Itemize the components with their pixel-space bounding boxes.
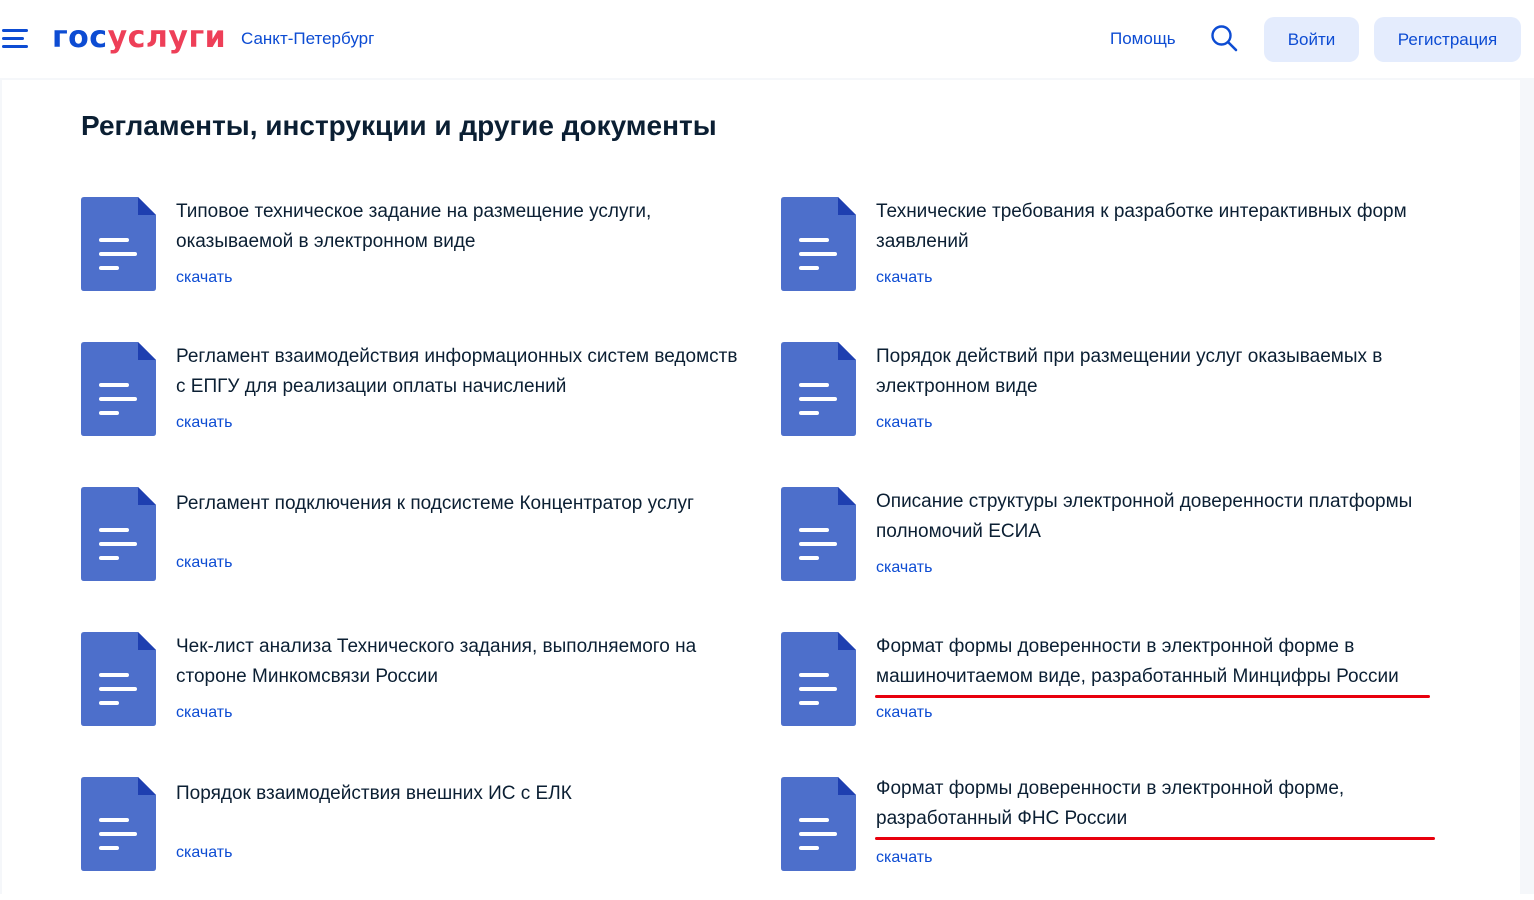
download-link[interactable]: скачать [876, 559, 932, 577]
document-item: Технические требования к разработке инте… [781, 197, 1441, 297]
document-icon [81, 632, 156, 726]
menu-icon[interactable] [2, 27, 30, 51]
download-link[interactable]: скачать [176, 704, 232, 722]
document-title: Формат формы доверенности в электронной … [876, 636, 1399, 687]
document-item: Порядок взаимодействия внешних ИС с ЕЛК … [81, 777, 741, 877]
red-underline-annotation [875, 837, 1435, 840]
document-icon [81, 342, 156, 436]
city-selector[interactable]: Санкт-Петербург [241, 29, 374, 49]
search-icon[interactable] [1210, 24, 1238, 52]
document-item: Регламент взаимодействия информационных … [81, 342, 741, 442]
login-button[interactable]: Войти [1264, 17, 1359, 62]
document-icon [781, 632, 856, 726]
document-icon [81, 777, 156, 871]
red-underline-annotation [875, 695, 1430, 698]
help-link[interactable]: Помощь [1110, 29, 1176, 49]
download-link[interactable]: скачать [876, 704, 932, 722]
document-title: Формат формы доверенности в электронной … [876, 778, 1345, 829]
download-link[interactable]: скачать [876, 849, 932, 867]
document-item: Регламент подключения к подсистеме Конце… [81, 487, 741, 587]
document-item: Порядок действий при размещении услуг ок… [781, 342, 1441, 442]
document-title: Технические требования к разработке инте… [876, 201, 1407, 252]
logo-part-gos: гос [52, 20, 108, 55]
gosuslugi-logo[interactable]: госуслуги [52, 20, 226, 56]
document-icon [81, 487, 156, 581]
download-link[interactable]: скачать [176, 554, 232, 572]
document-title: Чек-лист анализа Технического задания, в… [176, 636, 697, 687]
document-item: Описание структуры электронной доверенно… [781, 487, 1441, 587]
document-icon [81, 197, 156, 291]
document-title: Регламент подключения к подсистеме Конце… [176, 493, 694, 514]
download-link[interactable]: скачать [176, 414, 232, 432]
site-header: госуслуги Санкт-Петербург Помощь Войти Р… [0, 0, 1534, 78]
document-item: Формат формы доверенности в электронной … [781, 777, 1441, 877]
download-link[interactable]: скачать [876, 414, 932, 432]
register-button[interactable]: Регистрация [1374, 17, 1521, 62]
page-title: Регламенты, инструкции и другие документ… [81, 110, 717, 141]
document-title: Описание структуры электронной доверенно… [876, 491, 1413, 542]
document-item: Чек-лист анализа Технического задания, в… [81, 632, 741, 732]
document-title: Порядок взаимодействия внешних ИС с ЕЛК [176, 783, 572, 804]
document-icon [781, 777, 856, 871]
download-link[interactable]: скачать [176, 844, 232, 862]
document-title: Регламент взаимодействия информационных … [176, 346, 738, 397]
download-link[interactable]: скачать [876, 269, 932, 287]
document-title: Типовое техническое задание на размещени… [176, 201, 652, 252]
document-item: Типовое техническое задание на размещени… [81, 197, 741, 297]
document-icon [781, 197, 856, 291]
document-title: Порядок действий при размещении услуг ок… [876, 346, 1383, 397]
logo-part-uslugi: услуги [107, 20, 227, 55]
download-link[interactable]: скачать [176, 269, 232, 287]
document-icon [781, 487, 856, 581]
document-icon [781, 342, 856, 436]
document-item: Формат формы доверенности в электронной … [781, 632, 1441, 732]
documents-section: Регламенты, инструкции и другие документ… [2, 80, 1520, 900]
